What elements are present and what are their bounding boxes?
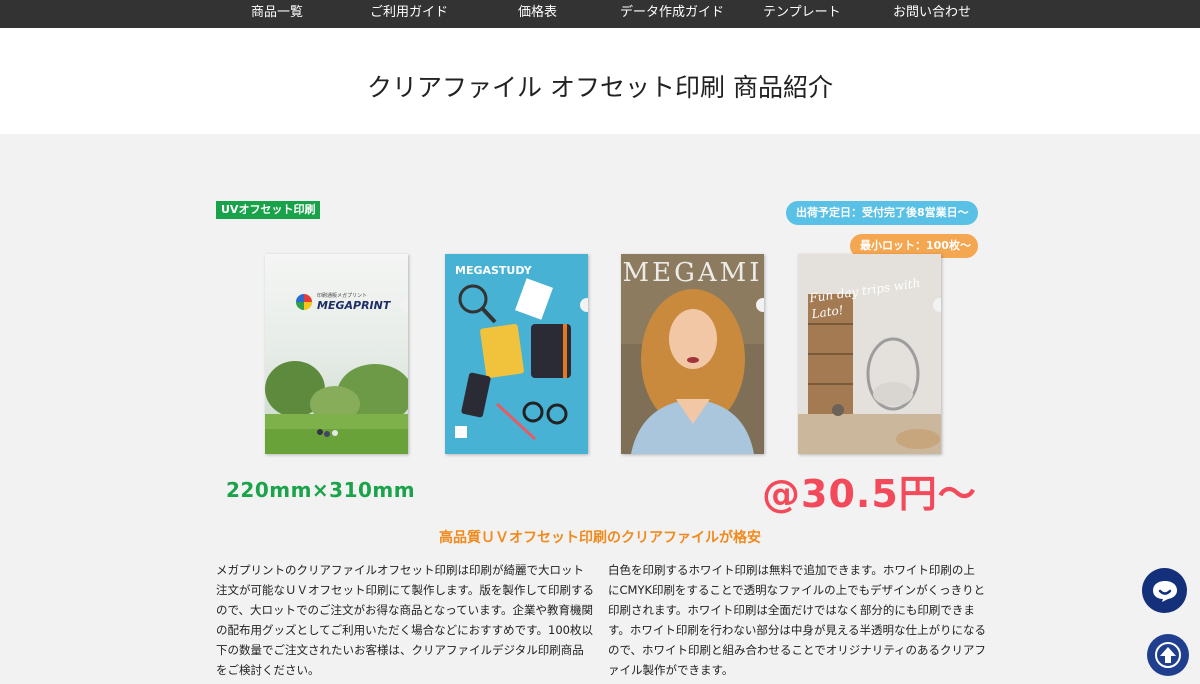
megami-brand: MEGAMI <box>622 258 763 288</box>
product-image-megastudy: MEGASTUDY <box>445 254 588 454</box>
scroll-to-top-button[interactable] <box>1147 634 1189 676</box>
chat-bubble-icon <box>1152 580 1177 602</box>
chat-button[interactable] <box>1142 568 1187 613</box>
megaprint-logo: 印刷通販メガプリント MEGAPRINT <box>295 292 390 312</box>
nav-item-data-guide[interactable]: データ作成ガイド <box>620 0 724 28</box>
top-navigation: 商品一覧 ご利用ガイド 価格表 データ作成ガイド テンプレート お問い合わせ <box>0 0 1200 28</box>
price-label: @30.5円〜 <box>762 472 977 516</box>
thumb-notch <box>756 298 764 312</box>
thumb-notch <box>400 298 408 312</box>
shipping-date-badge: 出荷予定日：受付完了後8営業日〜 <box>786 201 978 225</box>
nav-item-contact[interactable]: お問い合わせ <box>893 0 971 28</box>
nav-item-price-list[interactable]: 価格表 <box>518 0 557 28</box>
megastudy-brand: MEGASTUDY <box>455 264 532 277</box>
product-image-megaprint: 印刷通販メガプリント MEGAPRINT <box>265 254 408 454</box>
nav-item-products[interactable]: 商品一覧 <box>251 0 303 28</box>
page-title: クリアファイル オフセット印刷 商品紹介 <box>367 73 833 102</box>
arrow-up-icon <box>1155 642 1181 668</box>
title-band: クリアファイル オフセット印刷 商品紹介 <box>0 28 1200 134</box>
size-label: 220mm×310mm <box>226 478 416 502</box>
megaprint-subtitle: 印刷通販メガプリント <box>317 293 368 299</box>
nav-item-guide[interactable]: ご利用ガイド <box>370 0 448 28</box>
section-headline: 高品質ＵＶオフセット印刷のクリアファイルが格安 <box>439 530 761 546</box>
product-image-megami: MEGAMI <box>621 254 764 454</box>
thumb-notch <box>933 298 941 312</box>
description-left: メガプリントのクリアファイルオフセット印刷は印刷が綺麗で大ロット注文が可能なＵＶ… <box>216 563 595 677</box>
nav-item-template[interactable]: テンプレート <box>763 0 841 28</box>
description-right: 白色を印刷するホワイト印刷は無料で追加できます。ホワイト印刷の上にCMYK印刷を… <box>608 563 987 677</box>
megaprint-logo-icon <box>295 293 313 311</box>
thumb-notch <box>580 298 588 312</box>
product-image-interior: Fun day trips with Lato! <box>798 254 941 454</box>
megaprint-brand: MEGAPRINT <box>317 299 391 312</box>
uv-offset-tag: UVオフセット印刷 <box>216 201 321 219</box>
